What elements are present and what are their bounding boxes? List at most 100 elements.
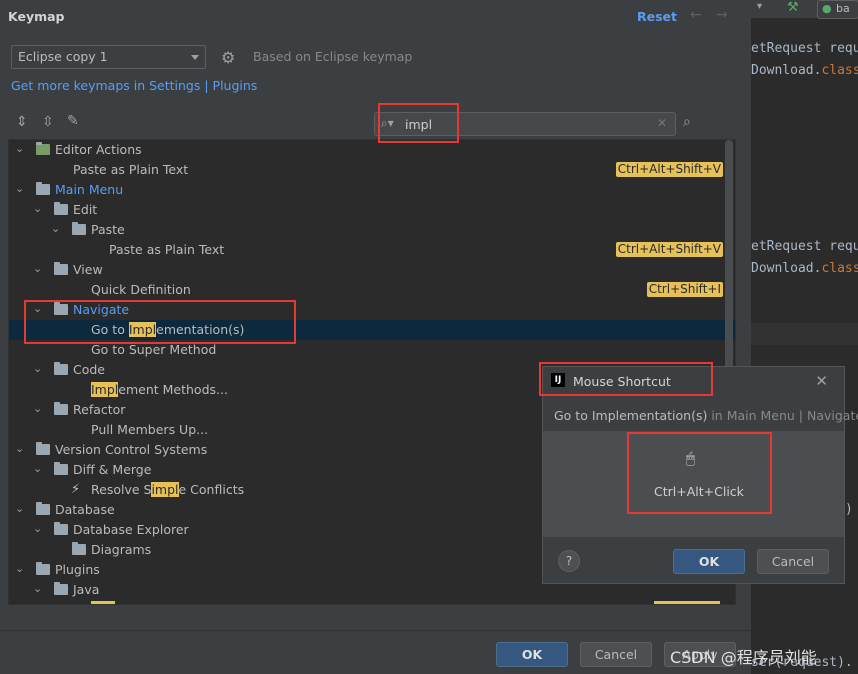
tree-label: Diagrams: [91, 542, 152, 557]
tree-label: Paste as Plain Text: [109, 242, 225, 257]
folder-icon: [54, 402, 68, 415]
tree-label: Diff & Merge: [73, 462, 152, 477]
tree-label: Implement Methods...: [91, 382, 228, 397]
chevron-down-icon[interactable]: ⌄: [33, 202, 42, 215]
annotation-box: [24, 300, 296, 344]
chevron-down-icon[interactable]: ⌄: [33, 262, 42, 275]
edit-pencil-icon[interactable]: ✎: [67, 113, 79, 129]
folder-icon: [36, 502, 50, 515]
editor-toolbar: ▾ ⚒ ● ba: [751, 0, 858, 19]
folder-icon: [54, 522, 68, 535]
tree-label: Database: [55, 502, 115, 517]
folder-icon: [54, 262, 68, 275]
tree-label: Plugins: [55, 562, 100, 577]
chevron-down-icon[interactable]: ⌄: [33, 582, 42, 595]
dialog-title: Keymap: [8, 9, 65, 24]
keymap-select[interactable]: Eclipse copy 1: [11, 45, 206, 69]
annotation-box: [539, 362, 713, 396]
cancel-button[interactable]: Cancel: [580, 642, 652, 667]
popup-cancel-button[interactable]: Cancel: [757, 549, 829, 574]
forward-arrow-icon[interactable]: →: [716, 7, 728, 23]
action-path: in Main Menu | Navigate: [707, 408, 858, 423]
label-text: e Conflicts: [178, 482, 245, 497]
tree-row-paste-plain-text[interactable]: Paste as Plain Text Ctrl+Alt+Shift+V: [9, 160, 735, 180]
help-button[interactable]: ?: [558, 550, 580, 572]
bug-icon: ●: [822, 2, 832, 15]
based-on-label: Based on Eclipse keymap: [253, 49, 413, 64]
folder-icon: [54, 202, 68, 215]
tree-row-editor-actions[interactable]: ⌄ Editor Actions: [9, 140, 735, 160]
code-line: Download.class: [751, 63, 858, 78]
chevron-down-icon[interactable]: ⌄: [15, 182, 24, 195]
dropdown-arrow-icon[interactable]: ▾: [757, 1, 762, 12]
folder-icon: [72, 222, 86, 235]
chevron-down-icon[interactable]: ⌄: [33, 362, 42, 375]
find-by-shortcut-icon[interactable]: ⌕: [683, 114, 691, 130]
tree-label: View: [73, 262, 103, 277]
popup-ok-button[interactable]: OK: [673, 549, 745, 574]
tree-label: Resolve Simple Conflicts: [91, 482, 244, 497]
clear-icon[interactable]: ✕: [657, 116, 667, 130]
code-keyword: class: [821, 261, 858, 276]
tree-label: Code: [73, 362, 106, 377]
back-arrow-icon[interactable]: ←: [690, 7, 702, 23]
shortcut-badge: Ctrl+Alt+Shift+V: [615, 242, 723, 257]
tree-row-view[interactable]: ⌄ View: [9, 260, 735, 280]
code-keyword: class: [821, 63, 858, 78]
folder-icon: [72, 542, 86, 555]
chevron-down-icon[interactable]: ⌄: [15, 442, 24, 455]
label-text: ement Methods...: [118, 382, 228, 397]
code-line: etRequest reque: [751, 41, 858, 56]
annotation-box: [627, 432, 772, 514]
chevron-down-icon[interactable]: ⌄: [33, 522, 42, 535]
folder-icon: [54, 582, 68, 595]
tree-row-paste-plain-text[interactable]: Paste as Plain Text Ctrl+Alt+Shift+V: [9, 240, 735, 260]
tree-row-quick-definition[interactable]: Quick Definition Ctrl+Shift+I: [9, 280, 735, 300]
chevron-down-icon[interactable]: ⌄: [15, 142, 24, 155]
code-text: Download.: [751, 261, 822, 276]
gear-icon[interactable]: ⚙: [221, 48, 235, 67]
collapse-all-icon[interactable]: ⇳: [42, 114, 54, 130]
tree-row-main-menu[interactable]: ⌄ Main Menu: [9, 180, 735, 200]
folder-icon: [36, 442, 50, 455]
chevron-down-icon[interactable]: ⌄: [33, 402, 42, 415]
code-line: etRequest requ: [751, 239, 858, 254]
label-text: Resolve S: [91, 482, 152, 497]
current-line-highlight: [751, 323, 858, 345]
tree-label: Paste: [91, 222, 125, 237]
editor-actions-icon: [36, 142, 50, 155]
menu-icon: [36, 182, 50, 195]
shortcut-badge: Ctrl+Shift+I: [646, 282, 723, 297]
folder-icon: [54, 362, 68, 375]
close-icon[interactable]: ✕: [815, 372, 828, 390]
tree-row-paste[interactable]: ⌄ Paste: [9, 220, 735, 240]
keymap-select-value: Eclipse copy 1: [18, 49, 108, 64]
more-keymaps-link[interactable]: Get more keymaps in Settings | Plugins: [11, 78, 257, 93]
expand-all-icon[interactable]: ⇕: [16, 114, 28, 130]
tree-label: Editor Actions: [55, 142, 142, 157]
ok-button[interactable]: OK: [496, 642, 568, 667]
code-text: Download.: [751, 63, 822, 78]
tree-row-edit[interactable]: ⌄ Edit: [9, 200, 735, 220]
reset-link[interactable]: Reset: [637, 9, 677, 24]
run-config-selector[interactable]: ● ba: [817, 0, 858, 19]
tree-label: Main Menu: [55, 182, 124, 197]
footer-divider: [0, 630, 751, 631]
tree-label: Edit: [73, 202, 98, 217]
folder-icon: [54, 462, 68, 475]
chevron-down-icon[interactable]: ⌄: [33, 462, 42, 475]
annotation-box: [378, 103, 459, 143]
build-hammer-icon[interactable]: ⚒: [787, 0, 799, 15]
chevron-down-icon[interactable]: ⌄: [15, 502, 24, 515]
tree-scrollbar[interactable]: [725, 140, 733, 370]
code-paren: ): [845, 502, 853, 517]
shortcut-badge: Ctrl+Alt+Shift+V: [615, 162, 723, 177]
tree-label: Version Control Systems: [55, 442, 208, 457]
action-name: Go to Implementation(s): [554, 408, 708, 423]
chevron-down-icon[interactable]: ⌄: [15, 562, 24, 575]
chevron-down-icon[interactable]: ⌄: [51, 222, 60, 235]
tree-label: Pull Members Up...: [91, 422, 209, 437]
magic-wand-icon: ⚡: [71, 482, 81, 497]
search-match-highlight: Impl: [91, 382, 119, 397]
tree-label: Java: [73, 582, 100, 597]
